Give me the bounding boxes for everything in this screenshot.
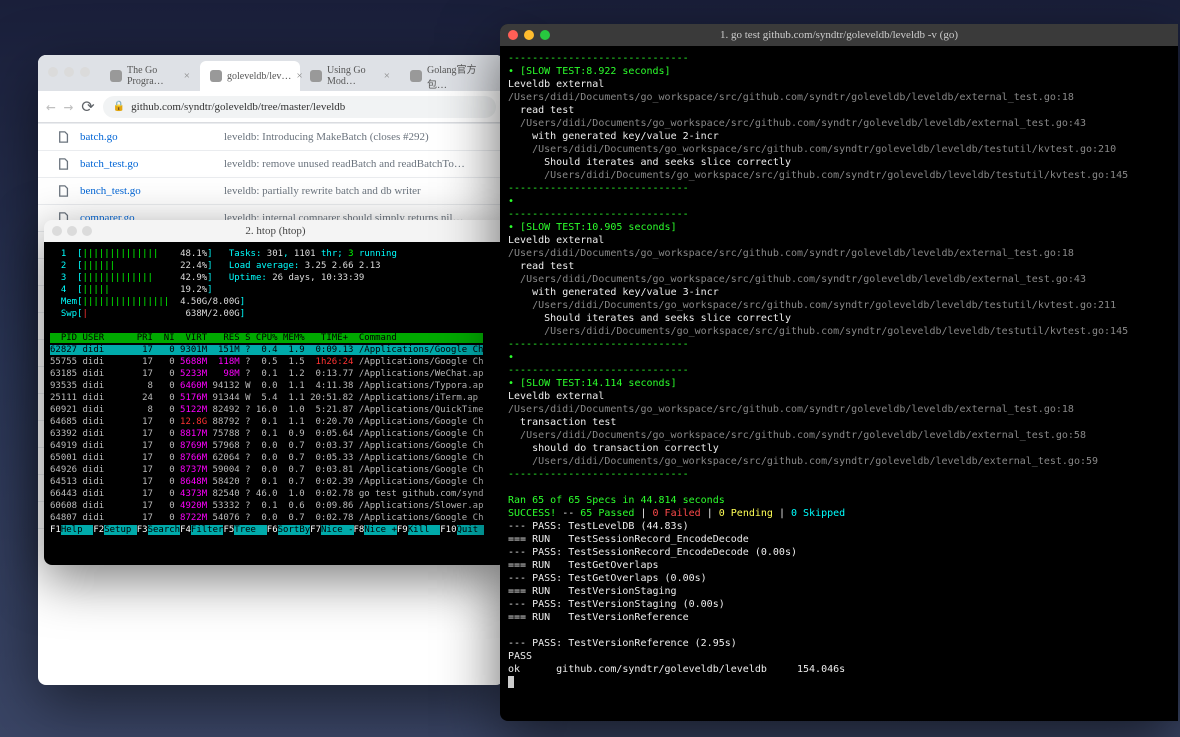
zoom-icon[interactable] bbox=[540, 30, 550, 40]
browser-tab[interactable]: Golang官方包… bbox=[400, 61, 500, 91]
htop-output[interactable]: 1 [|||||||||||||| 48.1%] Tasks: 301, 110… bbox=[44, 242, 507, 565]
favicon bbox=[410, 70, 422, 82]
favicon bbox=[210, 70, 222, 82]
tab-close-icon[interactable]: × bbox=[184, 70, 190, 82]
tab-label: Using Go Mod… bbox=[327, 65, 379, 87]
close-icon[interactable] bbox=[508, 30, 518, 40]
browser-tab[interactable]: The Go Progra… × bbox=[100, 61, 200, 91]
commit-msg[interactable]: leveldb: Introducing MakeBatch (closes #… bbox=[224, 131, 429, 143]
window-title: 2. htop (htop) bbox=[44, 220, 507, 242]
traffic-lights[interactable] bbox=[508, 30, 550, 40]
favicon bbox=[110, 70, 122, 82]
url-input[interactable]: 🔒 github.com/syndtr/goleveldb/tree/master… bbox=[103, 96, 496, 118]
file-name[interactable]: bench_test.go bbox=[80, 185, 224, 197]
browser-tab-active[interactable]: goleveldb/lev…× bbox=[200, 61, 300, 91]
url-text: github.com/syndtr/goleveldb/tree/master/… bbox=[131, 101, 345, 113]
htop-window: 2. htop (htop) 1 [|||||||||||||| 48.1%] … bbox=[44, 220, 507, 565]
forward-button[interactable]: → bbox=[64, 97, 74, 116]
commit-msg[interactable]: leveldb: partially rewrite batch and db … bbox=[224, 185, 421, 197]
terminal-output[interactable]: ------------------------------ • [SLOW T… bbox=[500, 46, 1178, 698]
tab-label: Golang官方包… bbox=[427, 61, 490, 91]
file-icon bbox=[58, 185, 70, 197]
lock-icon: 🔒 bbox=[113, 101, 125, 112]
tab-label: goleveldb/lev… bbox=[227, 71, 291, 82]
file-icon bbox=[58, 158, 70, 170]
terminal-title-bar: 1. go test github.com/syndtr/goleveldb/l… bbox=[500, 24, 1178, 46]
browser-tab[interactable]: Using Go Mod… × bbox=[300, 61, 400, 91]
address-bar-row: ← → ⟳ 🔒 github.com/syndtr/goleveldb/tree/… bbox=[38, 91, 504, 123]
file-name[interactable]: batch.go bbox=[80, 131, 224, 143]
file-name[interactable]: batch_test.go bbox=[80, 158, 224, 170]
file-icon bbox=[58, 131, 70, 143]
reload-button[interactable]: ⟳ bbox=[81, 97, 94, 116]
commit-msg[interactable]: leveldb: remove unused readBatch and rea… bbox=[224, 158, 465, 170]
terminal-window: 1. go test github.com/syndtr/goleveldb/l… bbox=[500, 24, 1178, 721]
file-row[interactable]: bench_test.goleveldb: partially rewrite … bbox=[38, 177, 504, 204]
back-button[interactable]: ← bbox=[46, 97, 56, 116]
minimize-icon[interactable] bbox=[524, 30, 534, 40]
favicon bbox=[310, 70, 322, 82]
file-row[interactable]: batch.goleveldb: Introducing MakeBatch (… bbox=[38, 123, 504, 150]
window-controls bbox=[48, 67, 90, 77]
tab-label: The Go Progra… bbox=[127, 65, 179, 87]
tab-strip: The Go Progra…× goleveldb/lev…× Using Go… bbox=[38, 55, 504, 91]
tab-close-icon[interactable]: × bbox=[384, 70, 390, 82]
terminal-title: 1. go test github.com/syndtr/goleveldb/l… bbox=[720, 29, 958, 41]
file-row[interactable]: batch_test.goleveldb: remove unused read… bbox=[38, 150, 504, 177]
